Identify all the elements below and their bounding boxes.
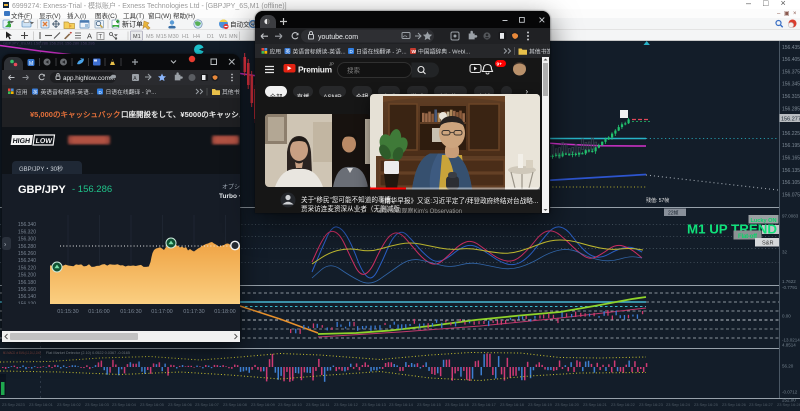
svg-text:搜索: 搜索 (347, 65, 361, 74)
svg-text:156.340: 156.340 (18, 222, 36, 228)
svg-text:日语在线翻译 - 沪...: 日语在线翻译 - 沪... (356, 48, 407, 56)
svg-text:156.200: 156.200 (18, 273, 36, 279)
svg-text:オプシ: オプシ (222, 184, 240, 191)
svg-text:H1: H1 (182, 34, 189, 40)
svg-text:156.300: 156.300 (18, 237, 36, 243)
svg-text:9+: 9+ (496, 61, 502, 67)
svg-text:M30: M30 (168, 34, 179, 40)
svg-text:156.220: 156.220 (18, 265, 36, 271)
svg-text:A: A (87, 32, 92, 41)
svg-text:app.highlow.com...: app.highlow.com... (63, 75, 115, 82)
svg-text:Turbo・3: Turbo・3 (219, 193, 240, 200)
svg-text:英: 英 (33, 89, 38, 96)
svg-text:其他书签: 其他书签 (222, 88, 240, 96)
svg-text:H4: H4 (193, 34, 200, 40)
svg-text:156.240: 156.240 (18, 258, 36, 264)
svg-text:156.160: 156.160 (18, 287, 36, 293)
svg-text:Lucky ON: Lucky ON (751, 218, 777, 224)
svg-text:156.280: 156.280 (18, 244, 36, 250)
svg-text:MN: MN (229, 34, 238, 40)
svg-text:中国語辞典 - Webl...: 中国語辞典 - Webl... (418, 48, 470, 56)
svg-text:M5: M5 (146, 34, 154, 40)
svg-text:M: M (29, 61, 33, 67)
svg-text:JP: JP (329, 61, 334, 66)
svg-text:156.180: 156.180 (18, 280, 36, 286)
svg-text:youtube.com: youtube.com (318, 34, 358, 41)
svg-text:日语在线翻译 - 沪...: 日语在线翻译 - 沪... (106, 88, 157, 96)
svg-text:英语音标朗读-英语...: 英语音标朗读-英语... (292, 48, 346, 56)
svg-text:W1: W1 (219, 34, 227, 40)
svg-text:D1: D1 (207, 34, 214, 40)
svg-text:Premium: Premium (298, 64, 332, 74)
svg-text:英语音标朗读-英语...: 英语音标朗读-英语... (41, 88, 95, 96)
svg-text:M1 MACD of EMA (12,26,2,200): M1 MACD of EMA (12,26,2,200) (3, 350, 41, 355)
svg-text:HIGH: HIGH (12, 138, 30, 145)
svg-text:应用: 应用 (269, 48, 281, 56)
svg-text:S&R: S&R (762, 241, 774, 247)
svg-text:LOW: LOW (35, 138, 53, 145)
svg-text:应用: 应用 (16, 88, 28, 96)
svg-text:- 156.286: - 156.286 (72, 184, 112, 195)
svg-text:Flat Market Detector (2.10) 0: Flat Market Detector (2.10) 0.0522 0.036… (46, 350, 131, 355)
svg-text:W: W (411, 49, 416, 55)
svg-text:M15: M15 (156, 34, 167, 40)
svg-text:新订单: 新订单 (122, 20, 143, 29)
svg-text:英: 英 (285, 48, 290, 55)
svg-text:其他书签: 其他书签 (529, 48, 551, 56)
svg-text:156.260: 156.260 (18, 251, 36, 257)
svg-text:M1: M1 (133, 34, 141, 40)
svg-text:T: T (99, 34, 103, 40)
svg-text:156.140: 156.140 (18, 294, 36, 300)
svg-text:156.320: 156.320 (18, 229, 36, 235)
svg-text:GBP/JPY: GBP/JPY (18, 184, 66, 196)
